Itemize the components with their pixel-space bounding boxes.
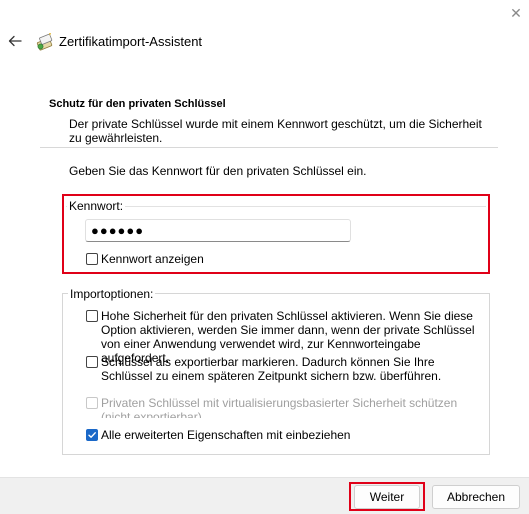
show-password-checkbox[interactable] (86, 253, 98, 265)
window-title: Zertifikatimport-Assistent (59, 34, 203, 49)
exportable-checkbox[interactable] (86, 356, 98, 368)
close-icon[interactable]: ✕ (509, 6, 523, 20)
vbs-protect-label: Privaten Schlüssel mit virtualisierungsb… (101, 396, 458, 418)
checkmark-icon (88, 432, 96, 438)
show-password-label[interactable]: Kennwort anzeigen (101, 252, 204, 266)
extended-properties-label[interactable]: Alle erweiterten Eigenschaften mit einbe… (101, 428, 350, 442)
header-divider (40, 147, 498, 148)
password-label: Kennwort: (67, 199, 126, 213)
password-group-frame (66, 206, 486, 207)
back-arrow-icon[interactable] (6, 32, 24, 50)
cancel-button[interactable]: Abbrechen (432, 485, 520, 509)
section-description: Der private Schlüssel wurde mit einem Ke… (69, 117, 482, 145)
extended-properties-checkbox[interactable] (86, 429, 98, 441)
high-security-checkbox[interactable] (86, 310, 98, 322)
section-title: Schutz für den privaten Schlüssel (49, 98, 226, 110)
vbs-protect-checkbox (86, 397, 98, 409)
exportable-label[interactable]: Schlüssel als exportierbar markieren. Da… (101, 355, 471, 383)
password-prompt: Geben Sie das Kennwort für den privaten … (69, 164, 367, 178)
certificate-wizard-icon (35, 31, 55, 51)
password-input[interactable]: ●●●●●● (85, 219, 351, 242)
next-button[interactable]: Weiter (354, 485, 420, 509)
import-options-label: Importoptionen: (68, 287, 156, 301)
